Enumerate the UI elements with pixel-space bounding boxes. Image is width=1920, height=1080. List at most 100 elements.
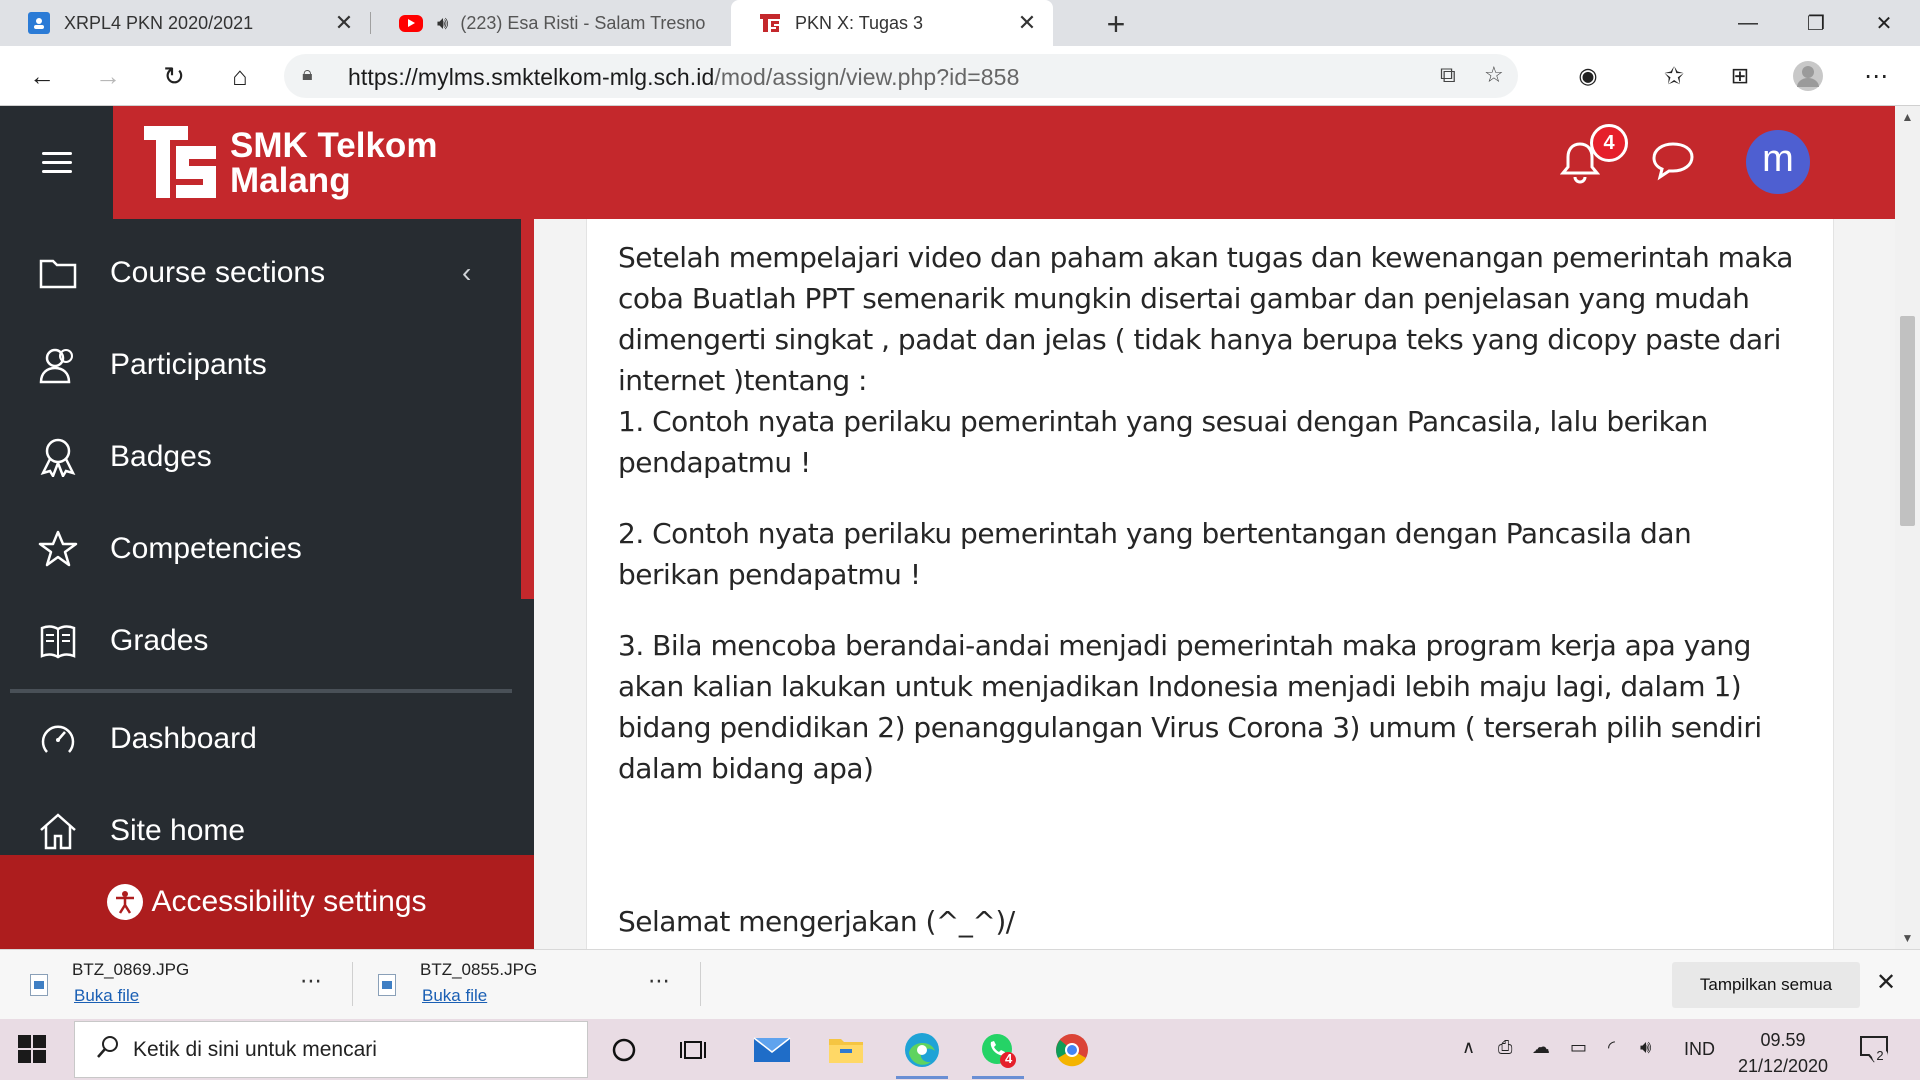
clock-time: 09.59 <box>1760 1030 1806 1050</box>
file-explorer-icon[interactable] <box>816 1025 876 1075</box>
chevron-left-icon[interactable]: ‹ <box>462 257 471 289</box>
sidebar-item-participants[interactable]: Participants <box>0 325 520 405</box>
scroll-down-icon[interactable]: ▼ <box>1895 931 1920 945</box>
home-icon <box>38 811 78 851</box>
tab-pkn-tugas3[interactable]: PKN X: Tugas 3 ✕ <box>731 0 1053 46</box>
browser-tab-strip: XRPL4 PKN 2020/2021 ✕ 🔊︎ (223) Esa Risti… <box>0 0 1920 46</box>
mail-icon[interactable] <box>742 1025 802 1075</box>
open-file-link[interactable]: Buka file <box>422 986 487 1006</box>
sidebar-item-label: Site home <box>110 814 246 847</box>
more-options-icon[interactable]: ⋯ <box>300 968 322 994</box>
onedrive-icon[interactable]: ☁ <box>1532 1037 1550 1058</box>
youtube-icon <box>399 14 423 32</box>
windows-taskbar: Ketik di sini untuk mencari 4 ∧ ⎙ ☁ ▭ ◜ … <box>0 1019 1920 1080</box>
tab-youtube[interactable]: 🔊︎ (223) Esa Risti - Salam Tresno <box>371 0 731 46</box>
sidebar-item-label: Participants <box>110 348 267 381</box>
favorite-star-icon[interactable]: ☆ <box>1484 62 1504 88</box>
back-icon[interactable]: ← <box>22 56 62 96</box>
close-icon[interactable]: ✕ <box>1876 968 1896 997</box>
telkom-icon <box>759 12 781 34</box>
language-indicator[interactable]: IND <box>1684 1039 1715 1060</box>
sidebar-item-label: Dashboard <box>110 722 257 755</box>
more-options-icon[interactable]: ⋯ <box>648 968 670 994</box>
sidebar-item-dashboard[interactable]: Dashboard <box>0 699 520 779</box>
sidebar-divider <box>10 689 512 693</box>
address-bar[interactable]: 🔒︎ https://mylms.smktelkom-mlg.sch.id/mo… <box>284 54 1518 98</box>
open-in-app-icon[interactable]: ⧉ <box>1440 62 1456 88</box>
main-region: Setelah mempelajari video dan paham akan… <box>534 219 1895 949</box>
download-item[interactable]: BTZ_0869.JPG Buka file ⋯ <box>0 958 340 1012</box>
nav-drawer: Course sections ‹ Participants Badges Co… <box>0 219 534 949</box>
browser-toolbar: ← → ↻ ⌂ 🔒︎ https://mylms.smktelkom-mlg.s… <box>0 46 1920 106</box>
profile-icon[interactable] <box>1788 56 1828 96</box>
meet-now-icon[interactable]: ⎙ <box>1498 1037 1512 1058</box>
scrollbar-thumb[interactable] <box>1900 316 1915 526</box>
action-center-icon[interactable]: 2 <box>1858 1033 1890 1065</box>
download-filename: BTZ_0855.JPG <box>420 960 538 979</box>
new-tab-icon[interactable]: + <box>1098 6 1134 43</box>
open-file-link[interactable]: Buka file <box>74 986 139 1006</box>
close-icon[interactable]: ✕ <box>1015 10 1039 36</box>
sidebar-item-badges[interactable]: Badges <box>0 417 520 497</box>
accessibility-settings-button[interactable]: Accessibility settings <box>0 855 534 949</box>
hamburger-icon <box>41 151 72 174</box>
download-item[interactable]: BTZ_0855.JPG Buka file ⋯ <box>348 958 688 1012</box>
favorites-list-icon[interactable]: ✩ <box>1654 56 1694 96</box>
closing-line: Selamat mengerjakan (^_^)/ <box>618 905 1015 938</box>
sidebar-item-course-sections[interactable]: Course sections ‹ <box>0 233 520 313</box>
url-text[interactable]: https://mylms.smktelkom-mlg.sch.id/mod/a… <box>348 64 1019 91</box>
taskbar-search-input[interactable]: Ketik di sini untuk mencari <box>74 1021 588 1078</box>
page-scrollbar[interactable]: ▲ ▼ <box>1895 106 1920 949</box>
lock-icon[interactable]: 🔒︎ <box>302 63 313 86</box>
sidebar-item-grades[interactable]: Grades <box>0 601 520 681</box>
participants-icon <box>38 345 78 385</box>
star-icon <box>38 529 78 569</box>
badge-icon <box>38 437 78 477</box>
tab-title: PKN X: Tugas 3 <box>795 12 924 33</box>
sidebar-item-label: Course sections <box>110 256 326 289</box>
tab-title: XRPL4 PKN 2020/2021 <box>64 12 254 33</box>
windows-start-icon[interactable] <box>18 1035 46 1063</box>
whatsapp-icon[interactable]: 4 <box>968 1025 1028 1079</box>
scroll-up-icon[interactable]: ▲ <box>1895 110 1920 124</box>
close-icon[interactable]: ✕ <box>332 10 356 36</box>
notification-count: 2 <box>1872 1048 1888 1064</box>
show-hidden-icons-icon[interactable]: ∧ <box>1462 1037 1475 1058</box>
collections-icon[interactable]: ⊞ <box>1720 56 1760 96</box>
refresh-icon[interactable]: ↻ <box>154 56 194 96</box>
downloads-bar: BTZ_0869.JPG Buka file ⋯ BTZ_0855.JPG Bu… <box>0 949 1920 1019</box>
sidebar-scrollbar[interactable] <box>521 219 534 599</box>
wifi-icon[interactable]: ◜ <box>1608 1037 1615 1058</box>
drawer-toggle-button[interactable] <box>0 106 113 219</box>
download-filename: BTZ_0869.JPG <box>72 960 190 979</box>
sidebar-item-competencies[interactable]: Competencies <box>0 509 520 589</box>
cortana-icon[interactable] <box>594 1025 654 1075</box>
show-all-downloads-button[interactable]: Tampilkan semua <box>1672 962 1860 1008</box>
minimize-icon[interactable]: — <box>1718 0 1778 46</box>
edge-browser-icon[interactable] <box>892 1025 952 1079</box>
speaker-icon[interactable]: 🔊︎ <box>437 13 448 34</box>
tab-xrpl4[interactable]: XRPL4 PKN 2020/2021 ✕ <box>0 0 370 46</box>
search-placeholder: Ketik di sini untuk mencari <box>133 1038 377 1061</box>
volume-icon[interactable]: 🔊︎ <box>1640 1037 1651 1058</box>
system-clock[interactable]: 09.59 21/12/2020 <box>1728 1027 1838 1079</box>
grades-book-icon <box>38 621 78 661</box>
restore-icon[interactable]: ❐ <box>1786 0 1846 46</box>
more-menu-icon[interactable]: ⋯ <box>1856 56 1896 96</box>
task-view-icon[interactable] <box>664 1025 724 1075</box>
user-avatar[interactable]: m <box>1746 130 1810 194</box>
chat-icon[interactable] <box>1650 140 1696 187</box>
assignment-description-card: Setelah mempelajari video dan paham akan… <box>586 219 1834 949</box>
sidebar-item-label: Badges <box>110 440 212 473</box>
extension-icon[interactable]: ◉ <box>1568 56 1608 96</box>
battery-icon[interactable]: ▭ <box>1570 1037 1587 1058</box>
window-close-icon[interactable]: ✕ <box>1854 0 1914 46</box>
assignment-description: Setelah mempelajari video dan paham akan… <box>618 237 1798 942</box>
site-logo[interactable]: SMK Telkom Malang <box>142 124 437 202</box>
forward-icon[interactable]: → <box>88 56 128 96</box>
home-icon[interactable]: ⌂ <box>220 56 260 96</box>
chrome-icon[interactable] <box>1042 1025 1102 1075</box>
search-icon <box>95 1034 121 1067</box>
download-separator <box>700 962 701 1006</box>
image-file-icon <box>378 974 396 996</box>
